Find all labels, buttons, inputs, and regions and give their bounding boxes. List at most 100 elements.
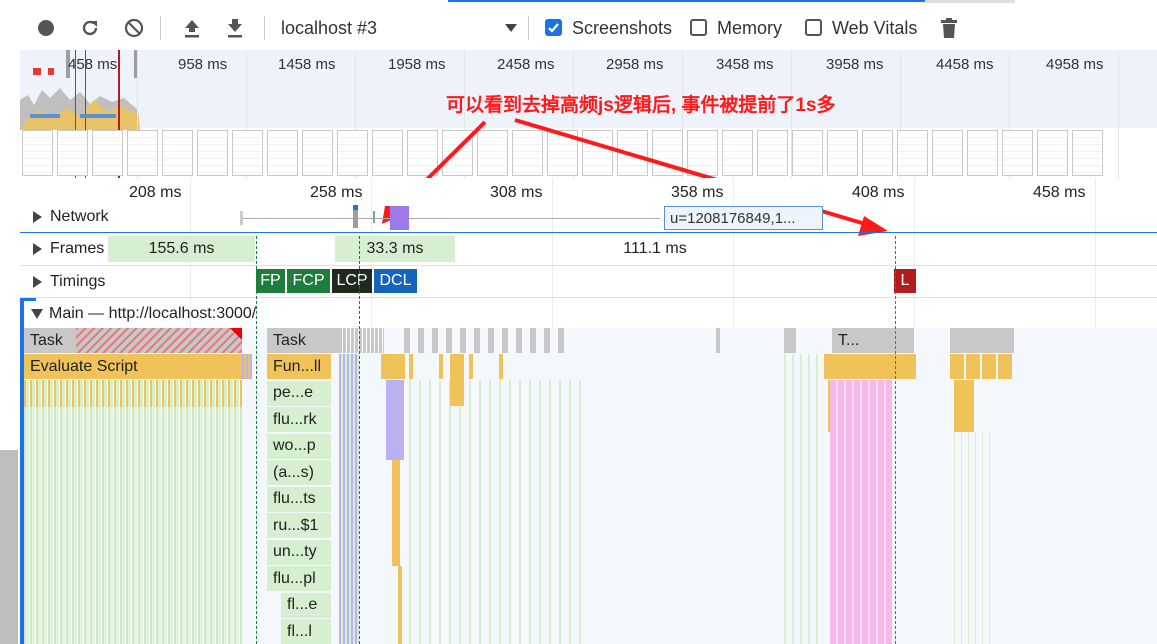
function-call-block[interactable]: wo...p [267,433,331,459]
timing-label: L [900,272,910,289]
screenshot-thumbnail[interactable] [407,130,438,176]
screenshot-thumbnail[interactable] [827,130,858,176]
collapse-arrow-icon[interactable] [31,308,43,319]
timings-track-header[interactable]: Timings [33,273,105,291]
profile-select[interactable]: localhost #3 [281,18,377,39]
screenshot-thumbnail[interactable] [197,130,228,176]
network-track-header[interactable]: Network [33,208,109,226]
function-call-block[interactable]: Fun...ll [267,354,331,379]
screenshot-thumbnail[interactable] [897,130,928,176]
clear-icon[interactable] [122,16,146,40]
overview-time-label: 3458 ms [716,56,774,73]
webvitals-label: Web Vitals [832,18,918,38]
screenshot-thumbnail[interactable] [1037,130,1068,176]
network-request-item[interactable]: u=1208176849,1... [664,206,823,230]
long-task-warning-icon [230,328,242,340]
overview-time-label: 4458 ms [936,56,994,73]
timing-marker-dcl[interactable]: DCL [374,269,417,293]
main-track-header[interactable]: Main — http://localhost:3000/ [31,305,256,323]
screenshot-thumbnail[interactable] [1072,130,1103,176]
chevron-down-icon[interactable] [505,24,517,32]
sidebar-scrollbar[interactable] [0,450,18,644]
evaluate-script-label: Evaluate Script [30,357,138,375]
memory-checkbox[interactable] [690,19,707,36]
screenshot-thumbnail[interactable] [57,130,88,176]
screenshot-thumbnail[interactable] [652,130,683,176]
screenshot-thumbnail[interactable] [757,130,788,176]
toolbar: localhost #3 Screenshots Memory Web Vita… [0,0,1157,50]
upload-icon[interactable] [180,16,204,40]
function-call-block[interactable]: flu...pl [267,566,331,591]
overview-network-bar [30,114,60,118]
main-flame-chart[interactable]: Task Evaluate Script Task Fun...ll T... … [24,328,1157,644]
function-call-block[interactable]: fl...e [281,592,331,618]
timing-label: LCP [336,272,368,289]
main-track-label: Main — http://localhost:3000/ [49,305,257,322]
flame-slice [950,354,1014,379]
webvitals-checkbox[interactable] [805,19,822,36]
ruler-label: 458 ms [1033,184,1086,201]
screenshot-thumbnail[interactable] [617,130,648,176]
frame-block[interactable]: 111.1 ms [600,236,710,262]
frames-track-header[interactable]: Frames [33,240,109,258]
screenshot-thumbnail[interactable] [22,130,53,176]
screenshots-checkbox[interactable] [545,19,562,36]
timing-marker-fp[interactable]: FP [256,269,285,293]
network-track-label: Network [50,208,109,225]
expand-arrow-icon[interactable] [33,275,42,288]
trash-icon[interactable] [937,16,961,40]
network-request-block [353,210,358,228]
ruler-label: 258 ms [310,184,363,201]
screenshot-thumbnail[interactable] [722,130,753,176]
evaluate-script-block[interactable]: Evaluate Script [24,354,242,379]
frame-block[interactable]: 155.6 ms [108,236,255,262]
screenshot-thumbnail[interactable] [442,130,473,176]
task-label: Task [30,331,63,349]
expand-arrow-icon[interactable] [33,242,42,255]
function-call-block[interactable]: pe...e [267,380,331,406]
flame-label: wo...p [273,437,316,454]
network-request-tick [373,211,375,223]
screenshot-thumbnail[interactable] [302,130,333,176]
screenshot-thumbnail[interactable] [162,130,193,176]
ruler-label: 208 ms [129,184,182,201]
screenshot-thumbnail[interactable] [547,130,578,176]
screenshot-thumbnail[interactable] [862,130,893,176]
download-icon[interactable] [223,16,247,40]
screenshot-thumbnail[interactable] [792,130,823,176]
function-call-block[interactable]: fl...l [281,619,331,644]
reload-icon[interactable] [78,16,102,40]
timing-marker-lcp[interactable]: LCP [332,269,372,293]
screenshot-thumbnail[interactable] [582,130,613,176]
screenshot-thumbnail[interactable] [1002,130,1033,176]
overview-cpu-graph [20,88,140,130]
function-call-block[interactable]: ru...$1 [267,513,331,538]
timing-marker-fcp[interactable]: FCP [287,269,330,293]
timing-marker-load[interactable]: L [894,269,916,293]
screenshot-thumbnail[interactable] [337,130,368,176]
screenshot-thumbnail[interactable] [127,130,158,176]
frame-block[interactable]: 33.3 ms [335,236,455,262]
screenshot-thumbnail[interactable] [232,130,263,176]
function-call-block[interactable]: flu...ts [267,486,331,512]
function-call-block[interactable]: flu...rk [267,407,331,432]
record-icon[interactable] [34,16,58,40]
ruler-label: 408 ms [852,184,905,201]
flame-slice [784,328,796,353]
screenshot-thumbnail[interactable] [267,130,298,176]
track-divider [20,297,1157,298]
expand-arrow-icon[interactable] [33,210,42,223]
task-block[interactable]: T... [832,328,914,353]
flame-label: ru...$1 [273,516,319,534]
screenshot-thumbnail[interactable] [372,130,403,176]
flame-slice [830,380,892,644]
function-call-block[interactable]: (a...s) [267,460,331,485]
screenshot-thumbnail[interactable] [477,130,508,176]
screenshot-thumbnail[interactable] [687,130,718,176]
screenshot-thumbnail[interactable] [932,130,963,176]
task-label: T... [838,331,860,349]
screenshot-thumbnail[interactable] [92,130,123,176]
screenshot-thumbnail[interactable] [967,130,998,176]
screenshot-thumbnail[interactable] [512,130,543,176]
function-call-block[interactable]: un...ty [267,539,331,565]
